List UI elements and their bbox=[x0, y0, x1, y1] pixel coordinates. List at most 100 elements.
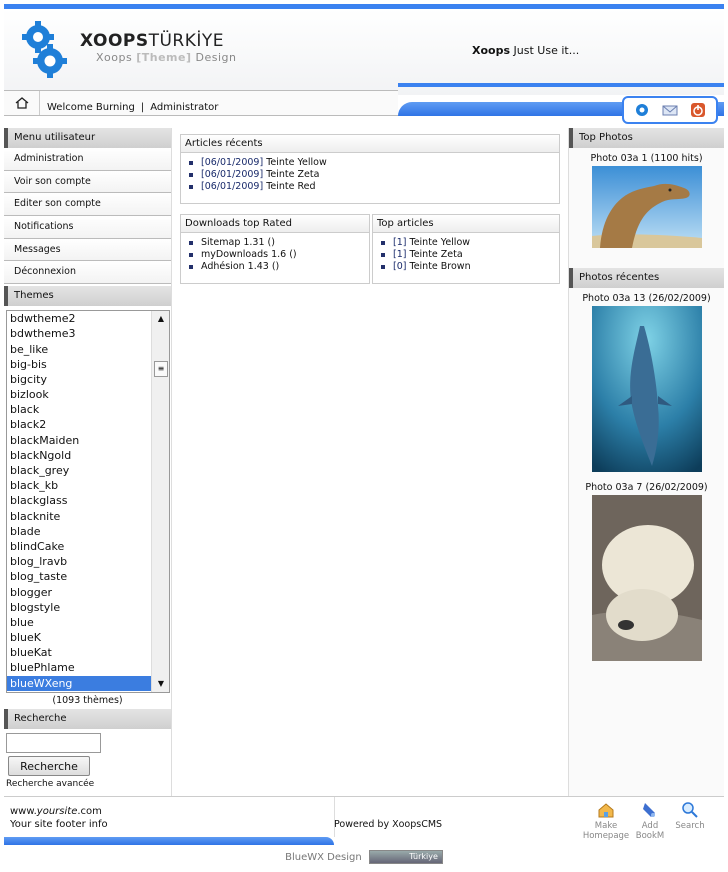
site-header: XOOPSTÜRKİYE Xoops [Theme] Design Xoops … bbox=[4, 9, 724, 95]
welcome-role[interactable]: Administrator bbox=[150, 102, 218, 113]
make-homepage-button[interactable]: Make Homepage bbox=[581, 801, 631, 841]
powered-by[interactable]: Powered by XoopsCMS bbox=[334, 819, 442, 830]
logo-main-suffix: TÜRKİYE bbox=[148, 31, 225, 51]
polar-bear-photo[interactable] bbox=[591, 495, 702, 661]
logo-subtitle: Xoops [Theme] Design bbox=[96, 51, 236, 64]
home-icon bbox=[15, 97, 28, 109]
photo-caption[interactable]: Photo 03a 13 (26/02/2009) bbox=[569, 293, 724, 304]
download-link[interactable]: myDownloads 1.6 () bbox=[201, 249, 297, 260]
gear-logo-icon bbox=[22, 21, 67, 78]
theme-list-scrollbar[interactable]: ▲ ≡ ▼ bbox=[151, 311, 169, 693]
theme-option[interactable]: blue bbox=[7, 615, 169, 630]
turkiye-badge[interactable]: Türkiye bbox=[368, 850, 443, 864]
mail-icon[interactable] bbox=[661, 101, 679, 119]
theme-option[interactable]: be_like bbox=[7, 342, 169, 357]
article-link[interactable]: Teinte Brown bbox=[410, 261, 471, 272]
menu-item-messages[interactable]: Messages bbox=[4, 238, 171, 262]
footer-info-text: Your site footer info bbox=[10, 819, 108, 830]
recent-articles-title: Articles récents bbox=[181, 135, 559, 153]
theme-option[interactable]: blueKat bbox=[7, 645, 169, 660]
article-link[interactable]: Teinte Zeta bbox=[266, 169, 319, 180]
theme-option[interactable]: blackMaiden bbox=[7, 433, 169, 448]
list-item: [06/01/2009] Teinte Yellow bbox=[189, 157, 559, 169]
theme-option[interactable]: blueK bbox=[7, 630, 169, 645]
logo-main: XOOPS bbox=[80, 31, 149, 51]
article-count[interactable]: [0] bbox=[393, 261, 406, 272]
theme-option[interactable]: bigcity bbox=[7, 372, 169, 387]
theme-option[interactable]: blackNgold bbox=[7, 448, 169, 463]
theme-select-list[interactable]: bdwtheme2 bdwtheme3 be_like big-bis bigc… bbox=[6, 310, 170, 694]
welcome-separator: | bbox=[140, 102, 145, 113]
article-link[interactable]: Teinte Zeta bbox=[410, 249, 463, 260]
welcome-text: Welcome Burning | Administrator bbox=[47, 102, 218, 113]
page: XOOPSTÜRKİYE Xoops [Theme] Design Xoops … bbox=[4, 4, 724, 850]
settings-icon[interactable] bbox=[633, 101, 651, 119]
top-articles-title: Top articles bbox=[373, 215, 559, 233]
theme-option[interactable]: black bbox=[7, 402, 169, 417]
user-menu-title: Menu utilisateur bbox=[4, 128, 171, 148]
header-icon-box bbox=[622, 96, 718, 124]
welcome-user: Welcome Burning bbox=[47, 102, 135, 113]
theme-option[interactable]: blackglass bbox=[7, 493, 169, 508]
theme-option[interactable]: bdwtheme2 bbox=[7, 311, 169, 326]
theme-option-selected[interactable]: blueWXeng bbox=[7, 675, 169, 691]
footer-search-button[interactable]: Search bbox=[665, 801, 715, 831]
logo-sub-bracket: [Theme] bbox=[136, 51, 192, 64]
camel-photo[interactable] bbox=[591, 166, 702, 248]
scroll-up-arrow-icon[interactable]: ▲ bbox=[155, 314, 167, 324]
search-button[interactable]: Recherche bbox=[8, 756, 90, 777]
theme-option[interactable]: black_kb bbox=[7, 478, 169, 493]
tagline-rest: Just Use it... bbox=[510, 44, 580, 57]
article-link[interactable]: Teinte Yellow bbox=[266, 157, 327, 168]
right-sidebar: Top Photos Photo 03a 1 (1100 hits) Photo… bbox=[568, 128, 724, 796]
theme-option[interactable]: blog_taste bbox=[7, 569, 169, 584]
tagline-bold: Xoops bbox=[472, 44, 511, 57]
theme-option[interactable]: big-bis bbox=[7, 357, 169, 372]
scroll-thumb[interactable]: ≡ bbox=[154, 361, 168, 378]
left-sidebar: Menu utilisateur Administration Voir son… bbox=[4, 128, 172, 796]
search-icon bbox=[682, 802, 698, 818]
top-photos-title: Top Photos bbox=[569, 128, 724, 148]
theme-option[interactable]: bdwtheme3 bbox=[7, 326, 169, 341]
recent-photos-title: Photos récentes bbox=[569, 268, 724, 288]
article-date[interactable]: [06/01/2009] bbox=[201, 181, 263, 192]
article-link[interactable]: Teinte Red bbox=[266, 181, 315, 192]
theme-option[interactable]: blade bbox=[7, 524, 169, 539]
photo-caption[interactable]: Photo 03a 7 (26/02/2009) bbox=[569, 482, 724, 493]
theme-option[interactable]: blogstyle bbox=[7, 600, 169, 615]
theme-option[interactable]: black2 bbox=[7, 417, 169, 432]
scroll-down-arrow-icon[interactable]: ▼ bbox=[155, 679, 167, 689]
menu-item-notifications[interactable]: Notifications bbox=[4, 216, 171, 239]
home-button[interactable] bbox=[4, 91, 40, 115]
credits-text: BlueWX Design bbox=[285, 852, 362, 863]
theme-option[interactable]: blog_lravb bbox=[7, 554, 169, 569]
article-count[interactable]: [1] bbox=[393, 249, 406, 260]
article-link[interactable]: Teinte Yellow bbox=[410, 237, 471, 248]
theme-option[interactable]: blacknite bbox=[7, 509, 169, 524]
menu-item-administration[interactable]: Administration bbox=[4, 148, 171, 171]
download-link[interactable]: Sitemap 1.31 () bbox=[201, 237, 275, 248]
header-accent-line bbox=[398, 83, 724, 87]
search-input[interactable] bbox=[6, 733, 101, 754]
list-item: [06/01/2009] Teinte Red bbox=[189, 181, 559, 193]
theme-option[interactable]: blindCake bbox=[7, 539, 169, 554]
power-icon[interactable] bbox=[689, 101, 707, 119]
menu-item-view-account[interactable]: Voir son compte bbox=[4, 170, 171, 194]
article-date[interactable]: [06/01/2009] bbox=[201, 169, 263, 180]
footer-site-url[interactable]: www.yoursite.com bbox=[10, 805, 108, 818]
theme-option[interactable]: bizlook bbox=[7, 387, 169, 402]
photo-caption[interactable]: Photo 03a 1 (1100 hits) bbox=[569, 153, 724, 164]
article-date[interactable]: [06/01/2009] bbox=[201, 157, 263, 168]
theme-option[interactable]: blogger bbox=[7, 585, 169, 600]
menu-item-edit-account[interactable]: Editer son compte bbox=[4, 193, 171, 217]
menu-item-logout[interactable]: Déconnexion bbox=[4, 261, 171, 285]
logo-sub-prefix: Xoops bbox=[96, 51, 137, 64]
theme-option[interactable]: bluePhlame bbox=[7, 660, 169, 675]
bookmark-icon bbox=[643, 803, 655, 817]
article-count[interactable]: [1] bbox=[393, 237, 406, 248]
download-link[interactable]: Adhésion 1.43 () bbox=[201, 261, 279, 272]
theme-option[interactable]: black_grey bbox=[7, 463, 169, 478]
house-icon bbox=[598, 803, 614, 818]
dolphin-photo[interactable] bbox=[591, 306, 702, 472]
advanced-search-link[interactable]: Recherche avancée bbox=[4, 779, 171, 789]
